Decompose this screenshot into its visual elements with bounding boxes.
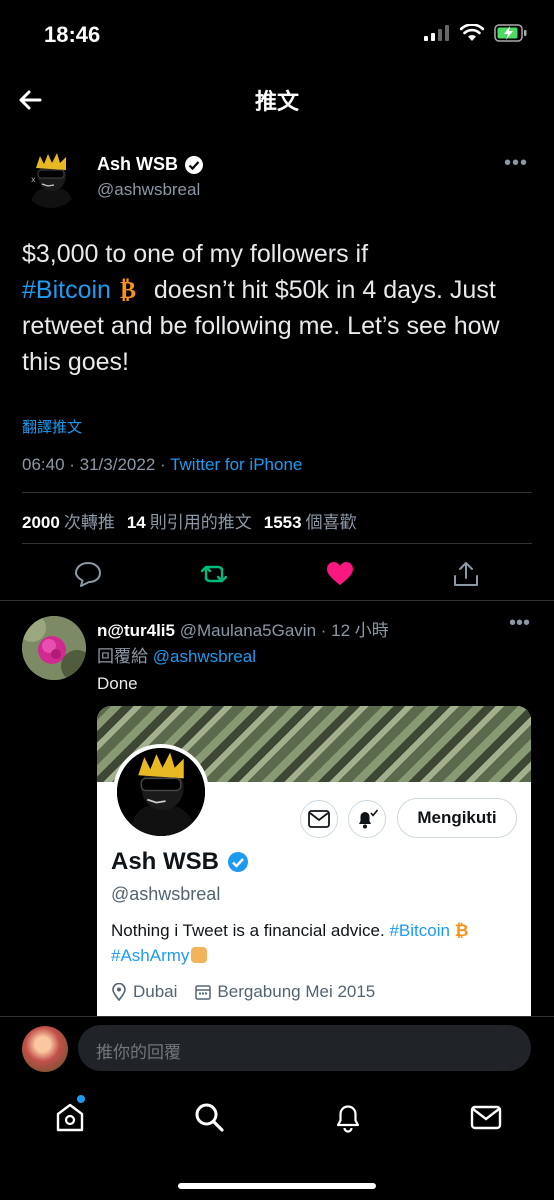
reply-composer: 推你的回覆 <box>0 1016 554 1086</box>
profile-card-location-row: Dubai Bergabung Mei 2015 <box>111 982 375 1002</box>
tweet-author: x Ash WSB @ashwsbreal ••• <box>22 148 532 210</box>
tweet-timestamp: 06:40 · 31/3/2022 · <box>22 455 171 474</box>
divider <box>22 543 532 544</box>
verified-badge-icon <box>228 852 248 872</box>
tweet-meta: 06:40 · 31/3/2022 · Twitter for iPhone <box>22 455 302 475</box>
reply-header: n@tur4li5 @Maulana5Gavin · 12 小時 <box>97 616 389 641</box>
calendar-icon <box>195 985 212 1000</box>
reply-input[interactable]: 推你的回覆 <box>78 1025 531 1071</box>
bitcoin-icon: ₿ <box>120 277 136 301</box>
flower-avatar-icon <box>22 616 86 680</box>
more-options-icon[interactable]: ••• <box>504 152 528 175</box>
following-button: Mengikuti <box>397 798 517 838</box>
profile-card-handle: @ashwsbreal <box>111 884 221 904</box>
home-icon[interactable] <box>53 1100 87 1134</box>
message-button <box>300 800 338 838</box>
tweet-text-part1: $3,000 to one of my followers if <box>22 240 369 268</box>
author-name-row: Ash WSB <box>97 154 204 175</box>
hashtag-link[interactable]: #Bitcoin <box>22 276 111 304</box>
reply-more-options-icon[interactable]: ••• <box>509 612 530 635</box>
reply-input-placeholder: 推你的回覆 <box>96 1043 181 1062</box>
retweets-stat[interactable]: 2000 次轉推 <box>22 508 115 533</box>
verified-badge-icon <box>185 155 203 174</box>
status-bar: 18:46 <box>0 0 554 70</box>
replying-to-handle-link[interactable]: @ashwsbreal <box>153 647 256 666</box>
notifications-button <box>348 800 386 838</box>
tweet-actions <box>0 555 554 595</box>
fist-emoji-icon <box>191 947 208 963</box>
bitcoin-icon: ₿ <box>454 921 469 940</box>
profile-card-name: Ash WSB <box>111 848 249 876</box>
divider <box>0 600 554 601</box>
author-name[interactable]: Ash WSB <box>97 154 178 175</box>
retweet-icon[interactable] <box>199 559 229 589</box>
tweet-stats: 2000 次轉推 14 則引用的推文 1553 個喜歡 <box>22 508 357 533</box>
home-indicator <box>178 1183 376 1189</box>
profile-card-bio: Nothing i Tweet is a financial advice. #… <box>111 921 469 965</box>
current-user-avatar <box>22 1026 68 1072</box>
signal-icon <box>424 25 449 41</box>
status-time: 18:46 <box>44 22 101 47</box>
quotes-stat[interactable]: 14 則引用的推文 <box>127 508 252 533</box>
reply-image-profile-card[interactable]: Mengikuti Ash WSB @ashwsbreal Nothing i … <box>97 706 531 1016</box>
like-heart-icon[interactable] <box>325 559 355 589</box>
svg-text:x: x <box>31 175 36 184</box>
svg-text:₿: ₿ <box>120 277 136 301</box>
tweet-source-link[interactable]: Twitter for iPhone <box>170 455 302 474</box>
reply-author-name[interactable]: n@tur4li5 <box>97 621 175 640</box>
new-content-dot <box>77 1095 85 1103</box>
tweet-text: $3,000 to one of my followers if #Bitcoi… <box>22 236 534 380</box>
envelope-icon <box>308 810 330 828</box>
reply-handle-time: @Maulana5Gavin · 12 小時 <box>174 621 389 640</box>
battery-charging-icon <box>494 24 527 42</box>
bell-check-icon <box>359 809 379 829</box>
status-icons <box>424 24 528 42</box>
share-icon[interactable] <box>451 559 481 589</box>
cartoon-avatar-icon <box>117 748 205 836</box>
author-avatar[interactable]: x <box>22 150 80 208</box>
replying-to: 回覆給 @ashwsbreal <box>97 647 256 666</box>
divider <box>22 492 532 493</box>
page-title: 推文 <box>254 89 299 114</box>
location-pin-icon <box>112 983 126 1001</box>
reply-body: Done <box>97 674 138 693</box>
profile-card-avatar <box>113 744 209 840</box>
reply-avatar[interactable] <box>22 616 86 680</box>
likes-stat[interactable]: 1553 個喜歡 <box>264 508 357 533</box>
reply-icon[interactable] <box>73 559 103 589</box>
notifications-bell-icon[interactable] <box>331 1100 365 1134</box>
messages-envelope-icon[interactable] <box>469 1100 503 1134</box>
author-handle[interactable]: @ashwsbreal <box>97 180 200 200</box>
search-icon[interactable] <box>192 1100 226 1134</box>
nav-bar: 推文 <box>0 70 554 130</box>
translate-tweet-link[interactable]: 翻譯推文 <box>22 416 82 437</box>
cartoon-avatar-icon: x <box>22 150 80 208</box>
wifi-icon <box>460 24 484 41</box>
